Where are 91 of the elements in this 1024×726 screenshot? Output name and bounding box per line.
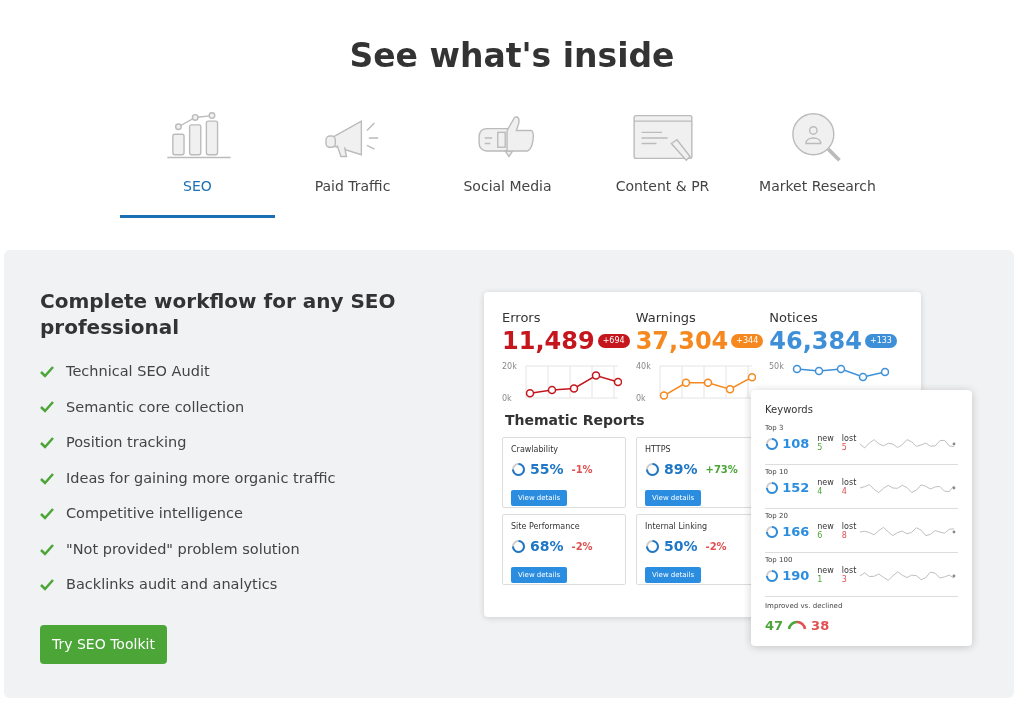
data-point (703, 378, 712, 387)
metric-value: 11,489 (502, 327, 595, 354)
feature-text: Semantic core collection (66, 397, 245, 417)
report-value: 68% (530, 536, 564, 556)
lost-label: lost (841, 478, 857, 487)
category-tab[interactable]: Social Media (430, 110, 585, 218)
new-count: 4 (817, 487, 824, 497)
check-icon (40, 365, 54, 378)
feature-text: Position tracking (66, 433, 187, 453)
ring-icon (765, 524, 779, 539)
delta-badge: +694 (597, 333, 630, 348)
check-icon (40, 437, 54, 449)
axis-tick: 20k (502, 361, 517, 371)
lost-count: 4 (841, 487, 848, 497)
check-icon (40, 579, 54, 592)
metric-value: 37,304 (635, 327, 729, 354)
metric-label: Errors (502, 309, 542, 327)
axis-tick: 40k (635, 361, 651, 371)
lost-count: 8 (841, 531, 848, 541)
delta-badge: +133 (864, 333, 897, 348)
ring-icon (765, 568, 779, 583)
change-text: +73% (705, 462, 738, 477)
report-value: 50% (664, 536, 698, 556)
data-point (725, 384, 734, 394)
change-text: -2% (571, 539, 593, 554)
data-point (525, 388, 535, 398)
category-tab[interactable]: SEO (120, 110, 275, 218)
axis-tick: 0k (502, 393, 512, 402)
check-icon (40, 508, 54, 521)
metric-value: 46,384 (769, 327, 862, 354)
new-count: 1 (817, 575, 824, 585)
ring-icon (511, 538, 526, 554)
new-label: new (817, 434, 834, 443)
data-point (591, 371, 601, 380)
data-point (547, 385, 557, 395)
data-point (613, 377, 622, 387)
ring-icon (765, 480, 779, 495)
new-label: new (817, 478, 834, 487)
keyword-count: 166 (782, 522, 810, 541)
data-point (747, 372, 756, 382)
ring-icon (765, 436, 779, 451)
feature-text: "Not provided" problem solution (66, 539, 300, 559)
check-icon (40, 401, 54, 414)
card-title: Keywords (765, 403, 814, 417)
ring-icon (645, 461, 660, 477)
ring-icon (645, 538, 660, 554)
lost-count: 5 (841, 443, 848, 453)
try-toolkit-button[interactable]: Try SEO Toolkit (40, 625, 167, 665)
ring-icon (511, 461, 526, 477)
lost-label: lost (841, 434, 857, 443)
check-icon (40, 472, 54, 485)
report-value: 55% (530, 459, 564, 479)
metric-label: Warnings (635, 309, 697, 327)
keyword-count: 190 (782, 566, 810, 585)
axis-tick: 50k (769, 361, 785, 371)
category-tab[interactable]: Content & PR (585, 110, 740, 218)
feature-text: Backlinks audit and analytics (66, 575, 278, 595)
new-count: 5 (817, 443, 824, 453)
report-name: HTTPS (645, 443, 672, 456)
panel-title: Complete workflow for any SEO professional (40, 288, 397, 340)
new-label: new (817, 522, 834, 531)
report-value: 89% (664, 459, 698, 479)
keyword-count: 152 (782, 478, 810, 497)
improved-count: 47 (765, 616, 784, 635)
lost-count: 3 (841, 575, 848, 585)
check-icon (40, 543, 54, 556)
lost-label: lost (841, 522, 857, 531)
section-heading: See what's inside (348, 35, 676, 77)
feature-text: Ideas for gaining more organic traffic (66, 468, 336, 488)
change-text: -1% (571, 462, 593, 477)
category-tab[interactable]: Paid Traffic (275, 110, 430, 218)
new-label: new (817, 566, 834, 575)
report-name: Site Performance (511, 520, 581, 533)
change-text: -2% (705, 539, 727, 554)
lost-label: lost (841, 566, 857, 575)
data-point (659, 391, 668, 400)
axis-tick: 0k (635, 393, 646, 402)
report-name: Crawlability (511, 443, 560, 456)
gauge-icon (787, 620, 808, 631)
feature-text: Competitive intelligence (66, 504, 243, 524)
new-count: 6 (817, 531, 824, 541)
feature-text: Technical SEO Audit (66, 361, 210, 381)
category-tab[interactable]: Market Research (740, 110, 895, 218)
delta-badge: +344 (731, 333, 764, 348)
report-name: Internal Linking (645, 520, 709, 533)
keyword-count: 108 (782, 434, 810, 453)
data-point (569, 384, 579, 393)
data-point (681, 378, 690, 387)
declined-count: 38 (811, 616, 830, 635)
section-title: Thematic Reports (505, 410, 645, 430)
metric-label: Notices (769, 309, 819, 327)
